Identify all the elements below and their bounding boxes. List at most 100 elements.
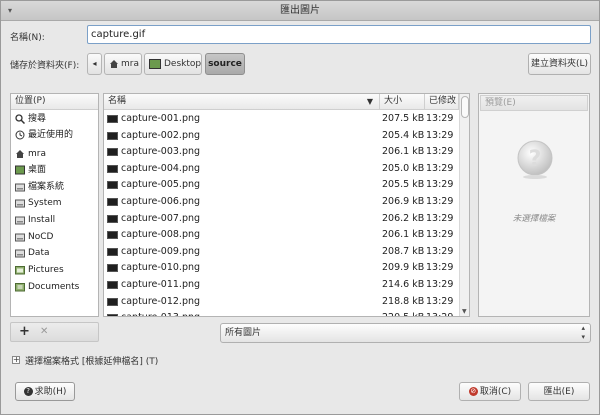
image-thumbnail-icon: [107, 181, 118, 190]
file-rows: capture-001.png 207.5 kB 13:29 capture-002.…: [104, 111, 459, 316]
filename-input[interactable]: capture.gif: [87, 25, 591, 44]
file-row[interactable]: capture-009.png 208.7 kB 13:29: [104, 244, 458, 261]
file-row[interactable]: capture-003.png 206.1 kB 13:29: [104, 144, 458, 161]
file-modified: 13:29: [426, 146, 454, 158]
breadcrumb-source[interactable]: source: [205, 53, 245, 75]
expander-plus-icon: +: [12, 355, 20, 364]
image-thumbnail-icon: [107, 314, 118, 316]
recent-icon: [15, 130, 25, 140]
drive-icon: [15, 216, 25, 225]
name-column-label: 名稱: [108, 96, 127, 106]
help-icon: ?: [23, 387, 33, 396]
preview-panel: 預覽(E) ? 未選擇檔案: [478, 93, 590, 317]
file-row[interactable]: capture-005.png 205.5 kB 13:29: [104, 177, 458, 194]
file-row[interactable]: capture-013.png 220.5 kB13:29: [104, 310, 458, 316]
file-name: capture-010.png: [121, 262, 201, 274]
file-name: capture-007.png: [121, 212, 201, 224]
save-in-label: 儲存於資料夾(F):: [10, 61, 80, 71]
image-thumbnail-icon: [107, 115, 118, 123]
image-thumbnail-icon: [107, 164, 118, 173]
place-recent[interactable]: 最近使用的: [11, 127, 99, 143]
image-thumbnail-icon: [107, 214, 118, 223]
place-search[interactable]: 搜尋: [11, 111, 99, 127]
window-title: 匯出圖片: [280, 5, 320, 16]
file-modified: 13:29: [426, 279, 454, 290]
add-place-button[interactable]: +: [19, 324, 30, 339]
file-name: capture-003.png: [121, 146, 201, 158]
desktop-icon: [149, 59, 161, 69]
cancel-button[interactable]: ⊘ 取消(C): [459, 382, 521, 401]
place-system[interactable]: System: [11, 195, 99, 211]
file-size: 205.4 kB: [382, 129, 425, 141]
file-size: 214.6 kB: [382, 279, 425, 290]
name-column-header[interactable]: 名稱 ▼: [104, 94, 380, 110]
image-thumbnail-icon: [107, 198, 118, 206]
create-folder-button[interactable]: 建立資料夾(L): [528, 53, 591, 75]
modified-column-header[interactable]: 已修改: [425, 94, 459, 110]
file-row[interactable]: capture-008.png 206.1 kB 13:29: [104, 227, 458, 244]
desktop-icon: [15, 165, 25, 175]
documents-folder-icon: [15, 283, 25, 292]
file-modified: 13:29: [426, 262, 454, 274]
place-pictures[interactable]: Pictures: [11, 262, 99, 278]
file-row[interactable]: capture-012.png 218.8 kB 13:29: [104, 294, 458, 311]
scrollbar-thumb[interactable]: [461, 96, 469, 118]
remove-place-button[interactable]: ✕: [40, 326, 48, 337]
breadcrumb-desktop[interactable]: Desktop: [144, 53, 202, 75]
file-type-label: 選擇檔案格式 [根據延伸檔名] (T): [25, 357, 159, 367]
file-filter-value: 所有圖片: [225, 328, 262, 338]
breadcrumb-back-button[interactable]: ◂: [87, 53, 102, 75]
place-data[interactable]: Data: [11, 245, 99, 261]
place-install-label: Install: [28, 215, 56, 225]
breadcrumb-mra[interactable]: mra: [104, 53, 142, 75]
place-nocd[interactable]: NoCD: [11, 229, 99, 245]
pictures-folder-icon: [15, 266, 25, 275]
home-icon: [16, 150, 24, 158]
places-panel: 位置(P) 搜尋 最近使用的 mra 桌面 檔案系統 System Instal…: [10, 93, 99, 317]
svg-text:?: ?: [529, 147, 542, 172]
file-list-scrollbar[interactable]: ▼: [459, 94, 469, 316]
place-home[interactable]: mra: [11, 146, 99, 162]
help-button-label: 求助(H): [34, 387, 67, 397]
file-modified: 13:29: [426, 129, 454, 141]
place-filesystem-label: 檔案系統: [28, 182, 65, 192]
image-thumbnail-icon: [107, 148, 118, 157]
size-column-header[interactable]: 大小: [380, 94, 425, 110]
place-filesystem[interactable]: 檔案系統: [11, 179, 99, 195]
scroll-down-icon[interactable]: ▼: [462, 308, 467, 315]
place-desktop[interactable]: 桌面: [11, 162, 99, 178]
places-header[interactable]: 位置(P): [11, 94, 98, 110]
search-icon: [15, 114, 25, 124]
export-button[interactable]: 匯出(E): [528, 382, 590, 401]
file-row[interactable]: capture-004.png 205.0 kB 13:29: [104, 161, 458, 178]
file-modified: 13:29: [426, 212, 454, 224]
file-row[interactable]: capture-006.png 206.9 kB 13:29: [104, 194, 458, 211]
file-row[interactable]: capture-011.png 214.6 kB 13:29: [104, 277, 458, 294]
file-modified: 13:29: [426, 196, 454, 207]
file-size: 206.1 kB: [382, 146, 425, 158]
breadcrumb-desktop-label: Desktop: [164, 59, 202, 69]
file-filter-combo[interactable]: 所有圖片 ▴ ▾: [220, 323, 591, 343]
file-name: capture-002.png: [121, 129, 201, 141]
places-toolbar: + ✕: [10, 322, 99, 342]
place-documents-label: Documents: [28, 282, 80, 292]
file-row[interactable]: capture-002.png 205.4 kB 13:29: [104, 128, 458, 145]
drive-icon: [15, 183, 25, 192]
file-modified: 13:29: [426, 162, 454, 174]
file-modified: 13:29: [426, 295, 454, 307]
combo-arrows-icon: ▴ ▾: [581, 324, 585, 341]
preview-header[interactable]: 預覽(E): [480, 95, 588, 111]
file-name: capture-013.png: [121, 310, 200, 316]
arrow-left-icon: ◂: [92, 59, 97, 68]
image-thumbnail-icon: [107, 231, 118, 240]
window-menu-icon[interactable]: ▾: [8, 1, 12, 21]
file-row[interactable]: capture-007.png 206.2 kB 13:29: [104, 211, 458, 228]
place-documents[interactable]: Documents: [11, 279, 99, 295]
file-name: capture-009.png: [121, 245, 201, 257]
file-row[interactable]: capture-010.png 209.9 kB 13:29: [104, 260, 458, 277]
place-install[interactable]: Install: [11, 212, 99, 228]
file-size: 207.5 kB: [382, 113, 425, 124]
file-size: 206.9 kB: [382, 196, 425, 207]
help-button[interactable]: ? 求助(H): [15, 382, 75, 401]
file-row[interactable]: capture-001.png 207.5 kB 13:29: [104, 111, 458, 128]
